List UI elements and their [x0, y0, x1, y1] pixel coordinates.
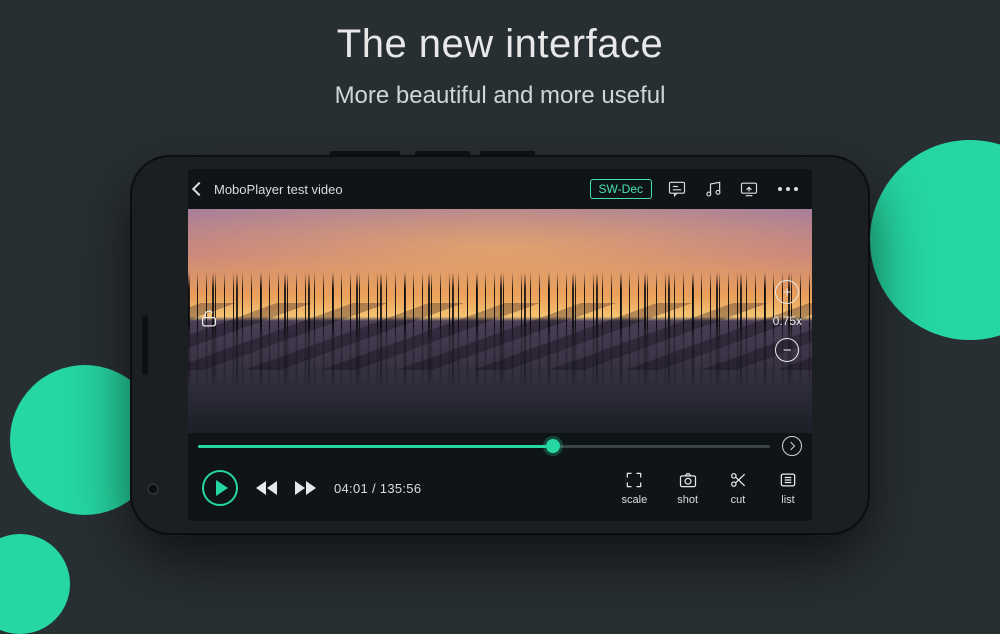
cut-button[interactable]: cut: [728, 470, 748, 506]
device-bezel: [130, 155, 175, 535]
rewind-button[interactable]: [256, 481, 277, 495]
playback-time: 04:01 / 135:56: [334, 481, 421, 496]
device-button: [415, 151, 470, 155]
player-screen: MoboPlayer test video SW-Dec +: [188, 169, 812, 521]
screenshot-button[interactable]: shot: [677, 470, 698, 506]
zoom-out-button[interactable]: −: [775, 338, 799, 362]
tool-label: list: [781, 494, 794, 506]
video-viewport[interactable]: + 0.75x −: [188, 209, 812, 433]
more-menu-icon[interactable]: [774, 187, 802, 191]
tool-label: scale: [622, 494, 648, 506]
zoom-value: 0.75x: [773, 314, 802, 328]
device-bezel: [825, 155, 870, 535]
camera-icon: [678, 470, 698, 490]
player-topbar: MoboPlayer test video SW-Dec: [188, 169, 812, 209]
device-button: [480, 151, 535, 155]
progress-row: [188, 433, 812, 459]
player-controls: 04:01 / 135:56 scale shot cut list: [188, 459, 812, 521]
video-title: MoboPlayer test video: [214, 182, 343, 197]
decor-circle: [870, 140, 1000, 340]
device-button: [330, 151, 400, 155]
chevron-left-icon: [192, 182, 206, 196]
zoom-in-button[interactable]: +: [775, 280, 799, 304]
tool-label: shot: [677, 494, 698, 506]
scale-button[interactable]: scale: [622, 470, 648, 506]
decoder-toggle[interactable]: SW-Dec: [590, 179, 652, 199]
zoom-controls: + 0.75x −: [773, 280, 802, 362]
scale-icon: [624, 470, 644, 490]
decor-circle: [0, 534, 70, 634]
music-icon[interactable]: [702, 178, 724, 200]
fast-forward-button[interactable]: [295, 481, 316, 495]
tool-label: cut: [731, 494, 746, 506]
tv-cast-icon[interactable]: [738, 178, 760, 200]
seek-slider[interactable]: [198, 445, 770, 448]
promo-headline: The new interface: [0, 22, 1000, 67]
video-thumbnail-reflection: [188, 321, 812, 388]
playlist-button[interactable]: list: [778, 470, 798, 506]
list-icon: [778, 470, 798, 490]
back-button[interactable]: MoboPlayer test video: [194, 182, 343, 197]
seek-fill: [198, 445, 553, 448]
promo-subhead: More beautiful and more useful: [0, 82, 1000, 110]
subtitle-icon[interactable]: [666, 178, 688, 200]
seek-thumb[interactable]: [546, 439, 560, 453]
device-speaker: [142, 315, 148, 375]
play-button[interactable]: [202, 470, 238, 506]
step-forward-button[interactable]: [782, 436, 802, 456]
device-camera: [147, 483, 159, 495]
scissors-icon: [728, 470, 748, 490]
device-frame: MoboPlayer test video SW-Dec +: [130, 155, 870, 535]
unlock-icon[interactable]: [198, 308, 220, 335]
